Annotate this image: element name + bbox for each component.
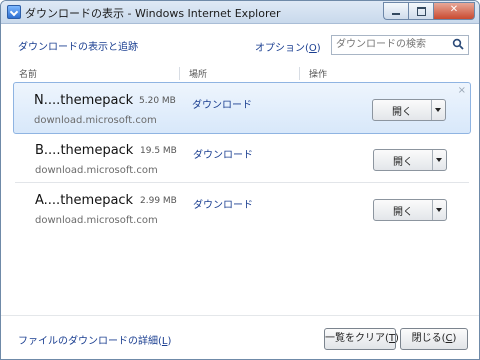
column-headers: 名前 場所 操作	[15, 67, 467, 81]
split-divider	[431, 100, 432, 120]
split-divider	[432, 200, 433, 220]
close-icon: ✕	[449, 4, 459, 15]
download-icon	[7, 5, 21, 19]
file-size: 2.99 MB	[140, 196, 177, 206]
close-suffix: )	[452, 333, 457, 344]
download-row[interactable]: N....themepack 5.20 MB ダウンロード download.m…	[13, 82, 471, 134]
close-button[interactable]: 閉じる(C)	[400, 328, 468, 350]
open-button-label[interactable]: 開く	[373, 103, 431, 118]
window-title: ダウンロードの表示 - Windows Internet Explorer	[25, 7, 281, 20]
file-source: download.microsoft.com	[35, 215, 158, 226]
view-and-track-downloads-heading: ダウンロードの表示と追跡	[18, 42, 138, 53]
open-split-button[interactable]: 開く	[373, 199, 447, 221]
close-label: 閉じる(	[411, 333, 446, 344]
column-action[interactable]: 操作	[309, 67, 327, 80]
open-button-label[interactable]: 開く	[374, 153, 432, 168]
search-icon[interactable]	[452, 38, 464, 50]
download-row[interactable]: A....themepack 2.99 MB ダウンロード download.m…	[15, 183, 469, 233]
open-button-label[interactable]: 開く	[374, 203, 432, 218]
download-manager-window: ダウンロードの表示 - Windows Internet Explorer ✕ …	[0, 0, 480, 360]
column-divider[interactable]	[299, 67, 300, 80]
options-link[interactable]: オプション(O)	[255, 39, 321, 54]
file-source: download.microsoft.com	[35, 165, 158, 176]
download-details-link[interactable]: ファイルのダウンロードの詳細(L)	[18, 332, 171, 347]
details-label: ファイルのダウンロードの詳細(	[18, 336, 162, 347]
window-controls: ✕	[383, 2, 475, 20]
clear-label: 一覧をクリア(	[325, 333, 389, 344]
download-list: N....themepack 5.20 MB ダウンロード download.m…	[13, 81, 471, 233]
file-location-link[interactable]: ダウンロード	[193, 196, 253, 211]
clear-list-button[interactable]: 一覧をクリア(T)	[324, 328, 399, 350]
file-location-link[interactable]: ダウンロード	[192, 96, 252, 111]
file-name: B....themepack	[35, 143, 134, 158]
options-suffix: )	[316, 43, 321, 54]
file-location-link[interactable]: ダウンロード	[193, 146, 253, 161]
column-name[interactable]: 名前	[19, 67, 37, 80]
file-name: A....themepack	[35, 193, 134, 208]
file-name: N....themepack	[34, 93, 134, 108]
maximize-button[interactable]	[408, 2, 433, 20]
search-box[interactable]	[331, 35, 469, 55]
details-suffix: )	[167, 336, 172, 347]
dropdown-arrow-icon[interactable]	[435, 108, 441, 112]
minimize-button[interactable]	[383, 2, 408, 20]
download-row[interactable]: B....themepack 19.5 MB ダウンロード download.m…	[15, 133, 469, 183]
dropdown-arrow-icon[interactable]	[436, 208, 442, 212]
close-window-button[interactable]: ✕	[433, 2, 475, 20]
file-size: 19.5 MB	[140, 146, 177, 156]
search-input[interactable]	[332, 36, 446, 52]
open-split-button[interactable]: 開く	[373, 149, 447, 171]
column-location[interactable]: 場所	[189, 67, 207, 80]
options-label: オプション(	[255, 43, 309, 54]
column-divider[interactable]	[179, 67, 180, 80]
open-split-button[interactable]: 開く	[372, 99, 446, 121]
clear-suffix: )	[395, 333, 399, 344]
options-accelerator: O	[308, 43, 317, 54]
title-bar[interactable]: ダウンロードの表示 - Windows Internet Explorer ✕	[1, 1, 479, 24]
split-divider	[432, 150, 433, 170]
minimize-icon	[392, 13, 400, 15]
remove-item-icon[interactable]: ×	[458, 85, 466, 96]
footer-divider	[1, 315, 479, 316]
file-source: download.microsoft.com	[34, 115, 157, 126]
dropdown-arrow-icon[interactable]	[436, 158, 442, 162]
maximize-icon	[417, 7, 426, 16]
file-size: 5.20 MB	[139, 96, 176, 106]
